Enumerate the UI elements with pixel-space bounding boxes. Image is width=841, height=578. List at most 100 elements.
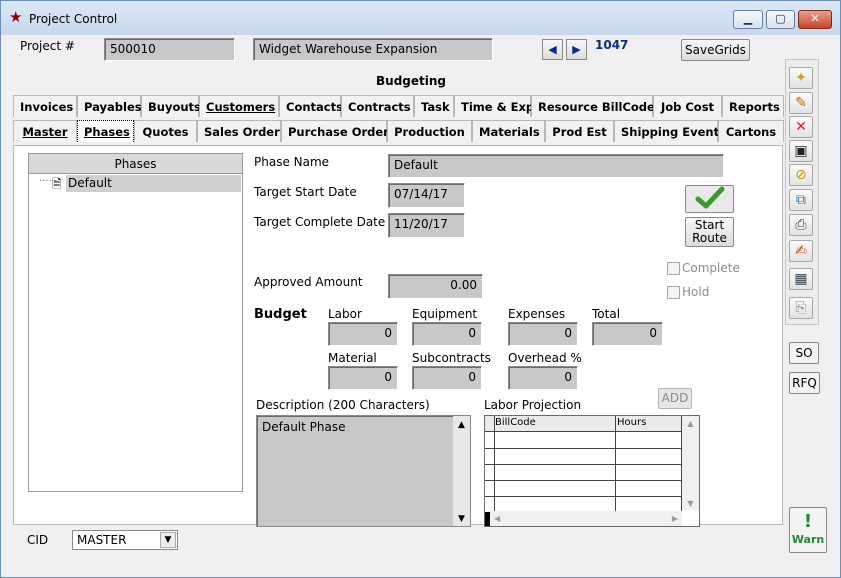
- tab-production[interactable]: Production: [387, 120, 472, 142]
- hold-checkbox[interactable]: [667, 286, 680, 299]
- labor-field[interactable]: 0: [328, 322, 398, 346]
- delete-icon[interactable]: ✕: [789, 116, 813, 138]
- project-control-window: ★ Project Control ▁ ▢ ✕ Project # 500010…: [0, 0, 841, 578]
- tab-task[interactable]: Task: [414, 95, 454, 117]
- tab-shipping-events[interactable]: Shipping Events: [614, 120, 726, 142]
- scroll-up-icon[interactable]: ▲: [453, 418, 470, 432]
- approved-amount-field[interactable]: 0.00: [388, 274, 483, 299]
- tab-master[interactable]: Master: [13, 120, 77, 142]
- tab-buyouts[interactable]: Buyouts: [141, 95, 201, 117]
- grid-scroll-down-icon[interactable]: ▼: [682, 499, 699, 508]
- add-button[interactable]: ADD: [658, 388, 692, 409]
- print-icon[interactable]: ⎙: [789, 214, 813, 236]
- tab-phases[interactable]: Phases: [77, 120, 134, 142]
- grid-vscrollbar[interactable]: ▲ ▼: [682, 416, 699, 510]
- chevron-down-icon[interactable]: ▼: [160, 532, 176, 548]
- start-route-check-button[interactable]: [685, 185, 734, 213]
- material-field[interactable]: 0: [328, 366, 398, 390]
- overhead-field[interactable]: 0: [508, 366, 578, 390]
- tab-quotes[interactable]: Quotes: [134, 120, 197, 142]
- tab-prod-est[interactable]: Prod Est: [545, 120, 614, 142]
- tab-job-cost[interactable]: Job Cost: [653, 95, 722, 117]
- tab-contacts[interactable]: Contacts: [279, 95, 343, 117]
- subcontracts-field[interactable]: 0: [412, 366, 482, 390]
- grid-col-billcode[interactable]: BillCode: [495, 417, 536, 428]
- green-check-icon: [695, 186, 724, 209]
- labor-projection-grid[interactable]: BillCode Hours ▲ ▼ ◀ ▶: [484, 415, 700, 527]
- scroll-down-icon[interactable]: ▼: [453, 514, 470, 524]
- tab-reports[interactable]: Reports: [722, 95, 784, 117]
- tab-contracts[interactable]: Contracts: [341, 95, 414, 117]
- next-record-button[interactable]: ▶: [566, 39, 587, 60]
- print-preview-icon[interactable]: ⎘: [789, 297, 813, 319]
- grid-line: [485, 496, 683, 497]
- phase-name-field[interactable]: Default: [388, 154, 724, 178]
- project-name-field[interactable]: Widget Warehouse Expansion: [253, 38, 493, 61]
- total-field[interactable]: 0: [592, 322, 663, 346]
- grid-col-hours[interactable]: Hours: [617, 417, 646, 428]
- equipment-field[interactable]: 0: [412, 322, 482, 346]
- grid-hscrollbar[interactable]: ◀ ▶: [490, 511, 682, 526]
- tab-invoices[interactable]: Invoices: [13, 95, 77, 117]
- labor-label: Labor: [328, 307, 362, 321]
- grid-scroll-right-icon[interactable]: ▶: [672, 514, 678, 523]
- expenses-field[interactable]: 0: [508, 322, 578, 346]
- labor-projection-label: Labor Projection: [484, 398, 582, 412]
- edit-icon[interactable]: ✎: [789, 92, 813, 114]
- material-label: Material: [328, 351, 377, 365]
- phases-tree: Phases ···· 🗎 Default: [28, 153, 243, 492]
- tree-item-default[interactable]: ···· 🗎 Default: [29, 175, 242, 193]
- hold-label: Hold: [682, 285, 710, 299]
- grid-line: [485, 464, 683, 465]
- description-label: Description (200 Characters): [256, 398, 430, 412]
- tab-payables[interactable]: Payables: [77, 95, 142, 117]
- overhead-label: Overhead %: [508, 351, 582, 365]
- start-route-button[interactable]: Start Route: [685, 217, 734, 247]
- total-label: Total: [592, 307, 621, 321]
- project-number-field[interactable]: 500010: [104, 38, 235, 61]
- cid-select[interactable]: MASTER ▼: [72, 530, 178, 550]
- target-complete-label: Target Complete Date: [254, 215, 386, 229]
- savegrids-button[interactable]: SaveGrids: [681, 39, 750, 61]
- app-star-icon: ★: [9, 8, 23, 26]
- phase-name-label: Phase Name: [254, 155, 330, 169]
- target-start-field[interactable]: 07/14/17: [388, 183, 465, 208]
- close-button[interactable]: ✕: [798, 10, 832, 29]
- target-complete-field[interactable]: 11/20/17: [388, 213, 465, 238]
- image-icon[interactable]: ▦: [789, 268, 813, 290]
- approved-amount-label: Approved Amount: [254, 275, 363, 289]
- tab-time-exp[interactable]: Time & Exp: [454, 95, 534, 117]
- save-icon[interactable]: ▣: [789, 140, 813, 162]
- grid-line: [485, 480, 683, 481]
- tab-cartons[interactable]: Cartons: [718, 120, 784, 142]
- description-textarea[interactable]: Default Phase ▲ ▼: [256, 415, 471, 527]
- tab-materials[interactable]: Materials: [472, 120, 545, 142]
- document-icon: 🗎: [52, 177, 62, 191]
- grid-scroll-left-icon[interactable]: ◀: [494, 514, 500, 523]
- complete-checkbox[interactable]: [667, 262, 680, 275]
- description-scrollbar[interactable]: ▲ ▼: [453, 416, 470, 526]
- minimize-button[interactable]: ▁: [733, 10, 763, 29]
- cancel-icon[interactable]: ⊘: [789, 164, 813, 186]
- tab-purchase-order[interactable]: Purchase Order: [281, 120, 389, 142]
- notes-icon[interactable]: ✍: [789, 240, 813, 262]
- record-id: 1047: [595, 38, 629, 52]
- exclamation-icon: !: [803, 511, 813, 532]
- tab-resource-billcodes[interactable]: Resource BillCodes: [531, 95, 662, 117]
- grid-line: [485, 448, 683, 449]
- prev-record-button[interactable]: ◀: [542, 39, 563, 60]
- tab-sales-order[interactable]: Sales Order: [197, 120, 281, 142]
- tree-item-label: Default: [66, 175, 241, 192]
- so-button[interactable]: SO: [789, 342, 819, 364]
- copy-icon[interactable]: ⧉: [789, 189, 813, 211]
- subcontracts-label: Subcontracts: [412, 351, 491, 365]
- grid-scroll-up-icon[interactable]: ▲: [682, 419, 699, 428]
- complete-label: Complete: [682, 261, 740, 275]
- new-icon[interactable]: ✦: [789, 67, 813, 89]
- rfq-button[interactable]: RFQ: [789, 372, 820, 394]
- warn-button[interactable]: ! Warn: [789, 507, 827, 553]
- section-title: Budgeting: [376, 74, 446, 88]
- window-title: Project Control: [29, 12, 118, 26]
- maximize-button[interactable]: ▢: [766, 10, 795, 29]
- tab-customers[interactable]: Customers: [199, 95, 279, 117]
